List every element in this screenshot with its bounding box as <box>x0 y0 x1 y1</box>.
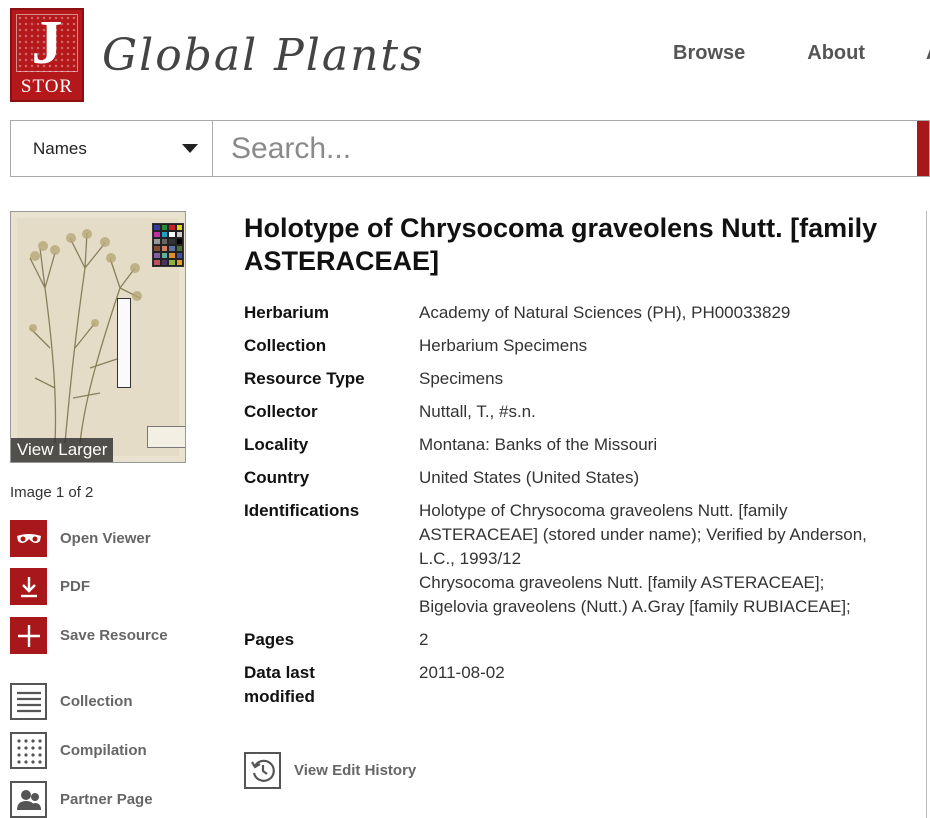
nav-browse[interactable]: Browse <box>673 42 745 65</box>
field-label: Data last modified <box>244 663 315 706</box>
field-value: Montana: Banks of the Missouri <box>419 435 658 454</box>
field-label: Pages <box>244 630 295 649</box>
metadata-row: Collector Nuttall, T., #s.n. <box>244 400 904 424</box>
metadata-row: Locality Montana: Banks of the Missouri <box>244 433 904 457</box>
grid-icon <box>10 732 47 769</box>
view-larger-label[interactable]: View Larger <box>11 438 114 462</box>
partner-page-label: Partner Page <box>60 791 153 808</box>
search-type-value: Names <box>33 138 87 158</box>
field-value: 2 <box>419 630 429 649</box>
collection-label: Collection <box>60 693 133 710</box>
field-label: Collector <box>244 402 318 421</box>
people-icon <box>10 781 47 818</box>
open-viewer-button[interactable]: Open Viewer <box>10 520 151 557</box>
partner-page-button[interactable]: Partner Page <box>10 781 153 818</box>
metadata-row: Resource Type Specimens <box>244 367 904 391</box>
view-edit-history-label: View Edit History <box>294 762 417 779</box>
pdf-label: PDF <box>60 578 90 595</box>
metadata-row: Data last modified 2011-08-02 <box>244 661 904 709</box>
download-icon <box>10 568 47 605</box>
identification-entry: Chrysocoma graveolens Nutt. [family ASTE… <box>419 573 825 592</box>
field-value: Holotype of Chrysocoma graveolens Nutt. … <box>419 499 904 619</box>
field-label: Country <box>244 468 310 487</box>
field-label: Locality <box>244 435 309 454</box>
metadata-row: Identifications Holotype of Chrysocoma g… <box>244 499 904 619</box>
field-label: Herbarium <box>244 303 330 322</box>
field-value: Nuttall, T., #s.n. <box>419 402 536 421</box>
field-label: Resource Type <box>244 369 365 388</box>
glasses-icon <box>10 520 47 557</box>
field-value: Specimens <box>419 369 504 388</box>
logo-letter: J <box>31 9 63 77</box>
list-icon <box>10 683 47 720</box>
collection-button[interactable]: Collection <box>10 683 133 720</box>
compilation-button[interactable]: Compilation <box>10 732 147 769</box>
search-type-select[interactable]: Names <box>11 121 213 176</box>
search-input[interactable] <box>213 121 917 176</box>
compilation-label: Compilation <box>60 742 147 759</box>
chevron-down-icon <box>182 144 198 153</box>
logo-text: STOR <box>20 76 74 97</box>
specimen-sheet <box>17 218 185 456</box>
metadata-row: Country United States (United States) <box>244 466 904 490</box>
save-resource-label: Save Resource <box>60 627 168 644</box>
field-value: 2011-08-02 <box>419 663 505 682</box>
record-title: Holotype of Chrysocoma graveolens Nutt. … <box>244 213 878 276</box>
divider <box>926 211 927 818</box>
field-label: Collection <box>244 336 327 355</box>
metadata-row: Pages 2 <box>244 628 904 652</box>
brand-title[interactable]: Global Plants <box>102 30 425 81</box>
view-edit-history-button[interactable]: View Edit History <box>244 752 416 789</box>
field-value: United States (United States) <box>419 468 640 487</box>
identification-entry: Bigelovia graveolens (Nutt.) A.Gray [fam… <box>419 597 851 616</box>
save-resource-button[interactable]: Save Resource <box>10 617 168 654</box>
metadata-row: Herbarium Academy of Natural Sciences (P… <box>244 301 904 325</box>
search-button[interactable] <box>917 121 929 176</box>
image-count: Image 1 of 2 <box>10 484 94 501</box>
scale-ruler <box>117 298 131 388</box>
specimen-thumbnail[interactable]: View Larger <box>10 211 186 463</box>
top-nav: Browse About <box>673 42 865 65</box>
field-label: Identifications <box>244 501 360 520</box>
identification-entry: Holotype of Chrysocoma graveolens Nutt. … <box>419 501 867 568</box>
history-icon <box>244 752 281 789</box>
plus-icon <box>10 617 47 654</box>
nav-item-cutoff[interactable]: A <box>926 42 930 65</box>
metadata-row: Collection Herbarium Specimens <box>244 334 904 358</box>
color-chart <box>152 223 184 267</box>
record-metadata: Herbarium Academy of Natural Sciences (P… <box>244 301 904 718</box>
open-viewer-label: Open Viewer <box>60 530 151 547</box>
field-value: Herbarium Specimens <box>419 336 588 355</box>
jstor-logo[interactable]: J STOR <box>10 8 84 102</box>
search-bar: Names <box>10 120 930 177</box>
nav-about[interactable]: About <box>807 42 865 65</box>
field-value: Academy of Natural Sciences (PH), PH0003… <box>419 303 791 322</box>
pdf-button[interactable]: PDF <box>10 568 90 605</box>
specimen-label <box>147 426 185 448</box>
